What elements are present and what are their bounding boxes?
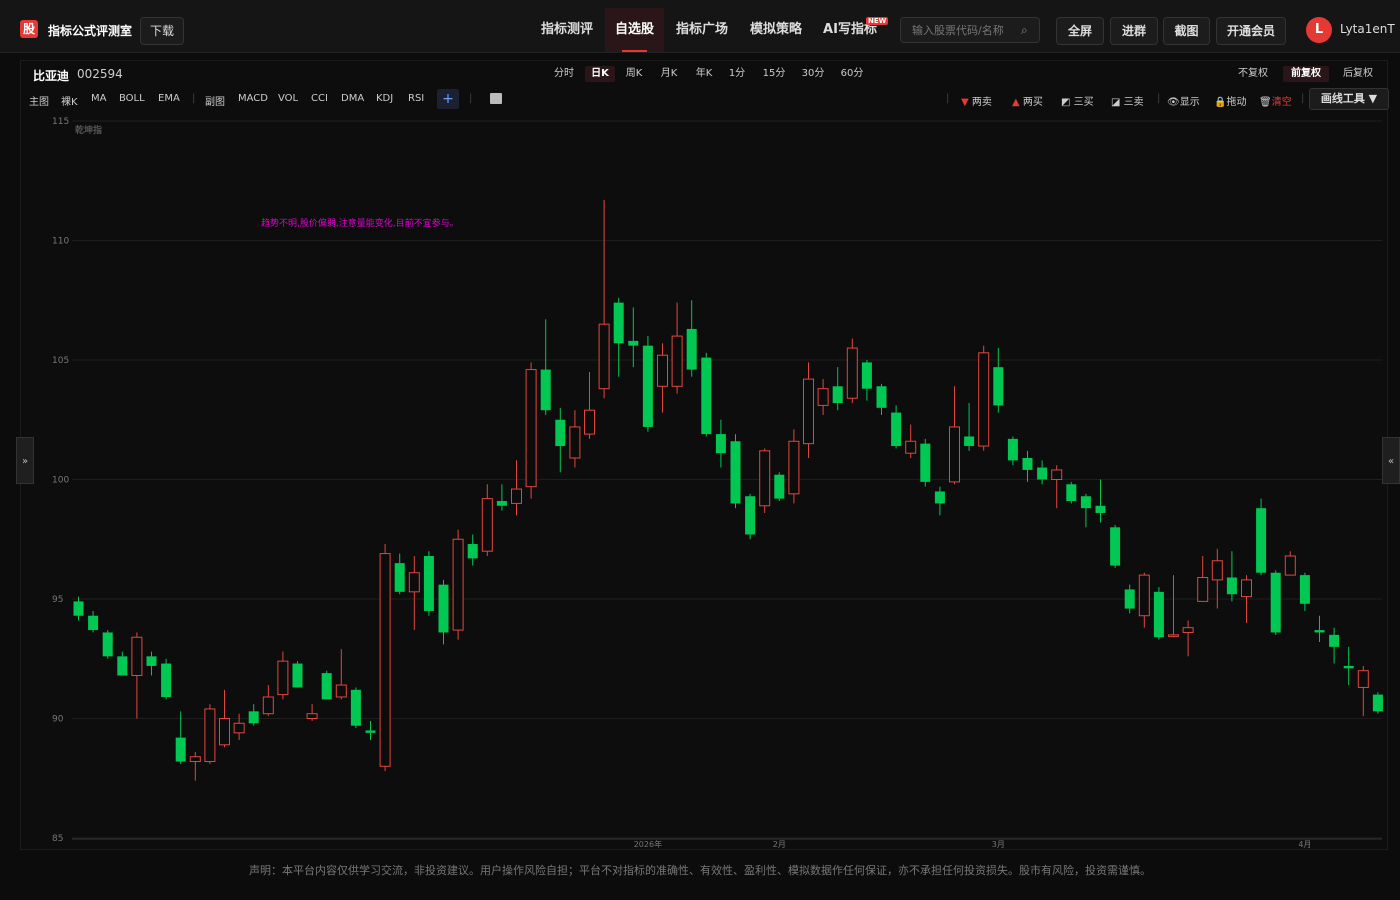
period-tab-monthly[interactable]: 月K [655,66,683,82]
trash-icon: 🗑 [1259,97,1272,108]
nav-ai-indicator[interactable]: AI写指标 [814,8,886,52]
period-tab-yearly[interactable]: 年K [690,66,718,82]
indicator-ma[interactable]: MA [91,93,106,104]
stock-name: 比亚迪 [33,69,70,83]
trend-line-icon: ◩ [1061,97,1071,108]
divider: | [1157,93,1161,104]
divider: | [469,93,473,104]
lock-icon: 🔒 [1214,97,1227,108]
chart-panel [20,60,1388,850]
three-buy-tool[interactable]: ◩ 三买 [1061,93,1094,108]
join-group-button[interactable]: 进群 [1110,17,1158,45]
username[interactable]: Lyta1enT [1340,22,1395,36]
avatar[interactable]: L [1306,17,1332,43]
period-tab-weekly[interactable]: 周K [620,66,648,82]
period-tab-intraday[interactable]: 分时 [550,66,578,82]
indicator-ema[interactable]: EMA [158,93,180,104]
indicator-macd[interactable]: MACD [238,93,268,104]
indicator-vol[interactable]: VOL [278,93,298,104]
sub-chart-label: 副图 [205,97,225,108]
main-chart-label: 主图 [29,97,49,108]
stock-code: 002594 [77,67,123,81]
indicator-rsi[interactable]: RSI [408,93,424,104]
logo-icon[interactable]: 股 [20,20,38,38]
adjust-forward[interactable]: 前复权 [1283,66,1329,82]
screenshot-button[interactable]: 截图 [1163,17,1210,45]
disclaimer: 声明：本平台内容仅供学习交流，非投资建议。用户操作风险自担；平台不对指标的准确性… [249,864,1151,877]
down-triangle-icon: ▼ [961,97,969,108]
drag-label: 拖动 [1226,97,1247,108]
fullscreen-button[interactable]: 全屏 [1056,17,1104,45]
adjust-backward[interactable]: 后复权 [1338,66,1378,82]
nav-watchlist[interactable]: 自选股 [605,8,664,52]
nav-indicator-plaza[interactable]: 指标广场 [666,8,738,52]
drag-toggle[interactable]: 🔒拖动 [1214,93,1246,108]
period-tab-15min[interactable]: 15分 [759,66,789,82]
period-tab-30min[interactable]: 30分 [798,66,828,82]
download-button[interactable]: 下载 [140,17,184,45]
new-badge: NEW [866,17,889,25]
show-toggle[interactable]: 👁显示 [1167,93,1200,108]
left-panel-toggle[interactable]: » [16,437,34,484]
period-tab-1min[interactable]: 1分 [725,66,749,82]
period-tab-daily[interactable]: 日K [585,66,615,82]
nav-sim-strategy[interactable]: 模拟策略 [740,8,812,52]
clear-button[interactable]: 🗑清空 [1259,93,1292,108]
two-sell-label: 两卖 [971,97,992,108]
indicator-dma[interactable]: DMA [341,93,364,104]
brand-title[interactable]: 指标公式评测室 [48,22,132,39]
save-icon[interactable] [490,93,502,104]
stock-search-input[interactable]: 输入股票代码/名称 [900,17,1040,43]
search-icon[interactable]: ⌕ [1021,23,1028,38]
indicator-cci[interactable]: CCI [311,93,328,104]
divider: | [192,93,196,104]
adjust-none[interactable]: 不复权 [1233,66,1273,82]
period-tab-60min[interactable]: 60分 [837,66,867,82]
right-panel-toggle[interactable]: « [1382,437,1400,484]
nav-indicator-review[interactable]: 指标测评 [530,8,604,52]
two-buy-label: 两买 [1022,97,1043,108]
clear-label: 清空 [1271,97,1292,108]
trend-line-icon: ◪ [1111,97,1121,108]
indicator-kdj[interactable]: KDJ [376,93,393,104]
eye-icon: 👁 [1167,97,1180,108]
two-sell-tool[interactable]: ▼ 两卖 [961,93,992,108]
divider: | [946,93,950,104]
indicator-boll[interactable]: BOLL [119,93,145,104]
up-triangle-icon: ▲ [1012,97,1020,108]
three-buy-label: 三买 [1073,97,1094,108]
three-sell-label: 三卖 [1123,97,1144,108]
draw-tools-dropdown[interactable]: 画线工具 ▼ [1309,88,1389,110]
divider: | [1301,93,1305,104]
add-indicator-button[interactable]: + [437,89,459,109]
three-sell-tool[interactable]: ◪ 三卖 [1111,93,1144,108]
vip-button[interactable]: 开通会员 [1216,17,1286,45]
two-buy-tool[interactable]: ▲ 两买 [1012,93,1043,108]
show-label: 显示 [1179,97,1200,108]
indicator-naked-k[interactable]: 裸K [61,93,78,108]
